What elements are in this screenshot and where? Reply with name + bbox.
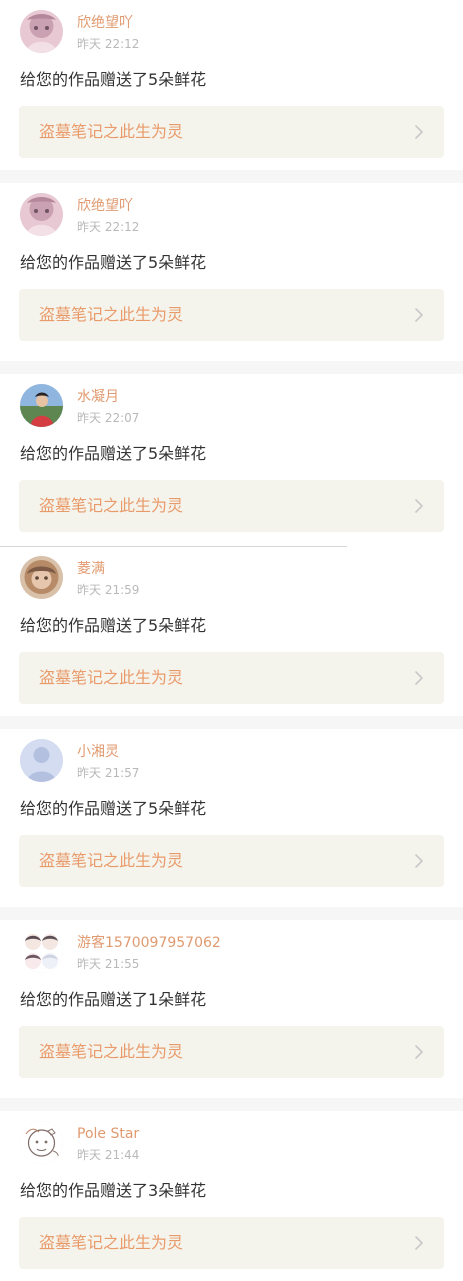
gift-notification-feed: 欣绝望吖 昨天 22:12 给您的作品赠送了5朵鲜花 盗墓笔记之此生为灵 欣绝望… bbox=[0, 0, 463, 1281]
work-title: 盗墓笔记之此生为灵 bbox=[39, 1042, 184, 1061]
work-link[interactable]: 盗墓笔记之此生为灵 bbox=[19, 289, 444, 341]
chevron-right-icon bbox=[412, 498, 426, 514]
gift-message: 给您的作品赠送了5朵鲜花 bbox=[20, 444, 207, 463]
gift-notification-card: 菱满 昨天 21:59 给您的作品赠送了5朵鲜花 盗墓笔记之此生为灵 bbox=[0, 546, 463, 716]
timestamp: 昨天 22:12 bbox=[77, 37, 140, 51]
avatar[interactable] bbox=[20, 556, 63, 599]
feed-divider bbox=[0, 1098, 463, 1111]
work-link[interactable]: 盗墓笔记之此生为灵 bbox=[19, 106, 444, 158]
avatar[interactable] bbox=[20, 739, 63, 782]
pink-hair-avatar-icon bbox=[20, 193, 63, 236]
gift-notification-card: 欣绝望吖 昨天 22:12 给您的作品赠送了5朵鲜花 盗墓笔记之此生为灵 bbox=[0, 183, 463, 361]
username[interactable]: 小湘灵 bbox=[77, 743, 119, 761]
gift-message: 给您的作品赠送了5朵鲜花 bbox=[20, 70, 207, 89]
sketch-avatar-icon bbox=[20, 1121, 63, 1164]
gift-notification-card: 水凝月 昨天 22:07 给您的作品赠送了5朵鲜花 盗墓笔记之此生为灵 bbox=[0, 374, 463, 546]
username[interactable]: Pole Star bbox=[77, 1125, 139, 1143]
gift-message: 给您的作品赠送了5朵鲜花 bbox=[20, 616, 207, 635]
work-link[interactable]: 盗墓笔记之此生为灵 bbox=[19, 1217, 444, 1269]
timestamp: 昨天 21:59 bbox=[77, 583, 140, 597]
work-link[interactable]: 盗墓笔记之此生为灵 bbox=[19, 480, 444, 532]
chevron-right-icon bbox=[412, 853, 426, 869]
username[interactable]: 欣绝望吖 bbox=[77, 197, 133, 215]
feed-divider bbox=[0, 170, 463, 183]
timestamp: 昨天 21:55 bbox=[77, 957, 140, 971]
work-link[interactable]: 盗墓笔记之此生为灵 bbox=[19, 835, 444, 887]
avatar[interactable] bbox=[20, 930, 63, 973]
work-title: 盗墓笔记之此生为灵 bbox=[39, 1233, 184, 1252]
timestamp: 昨天 21:44 bbox=[77, 1148, 140, 1162]
default-person-avatar-icon bbox=[20, 739, 63, 782]
feed-divider bbox=[0, 907, 463, 920]
chevron-right-icon bbox=[412, 307, 426, 323]
gift-notification-card: 欣绝望吖 昨天 22:12 给您的作品赠送了5朵鲜花 盗墓笔记之此生为灵 bbox=[0, 0, 463, 170]
avatar[interactable] bbox=[20, 193, 63, 236]
gift-message: 给您的作品赠送了1朵鲜花 bbox=[20, 990, 207, 1009]
work-title: 盗墓笔记之此生为灵 bbox=[39, 122, 184, 141]
chevron-right-icon bbox=[412, 124, 426, 140]
avatar[interactable] bbox=[20, 10, 63, 53]
timestamp: 昨天 22:07 bbox=[77, 411, 140, 425]
avatar[interactable] bbox=[20, 384, 63, 427]
username[interactable]: 水凝月 bbox=[77, 388, 119, 406]
curly-hair-avatar-icon bbox=[20, 556, 63, 599]
pink-hair-avatar-icon bbox=[20, 10, 63, 53]
gift-notification-card: Pole Star 昨天 21:44 给您的作品赠送了3朵鲜花 盗墓笔记之此生为… bbox=[0, 1111, 463, 1281]
work-link[interactable]: 盗墓笔记之此生为灵 bbox=[19, 652, 444, 704]
chevron-right-icon bbox=[412, 1044, 426, 1060]
outdoor-person-avatar-icon bbox=[20, 384, 63, 427]
work-link[interactable]: 盗墓笔记之此生为灵 bbox=[19, 1026, 444, 1078]
gift-notification-card: 游客1570097957062 昨天 21:55 给您的作品赠送了1朵鲜花 盗墓… bbox=[0, 920, 463, 1098]
chevron-right-icon bbox=[412, 670, 426, 686]
cartoon-group-avatar-icon bbox=[20, 930, 63, 973]
username[interactable]: 游客1570097957062 bbox=[77, 934, 221, 952]
timestamp: 昨天 22:12 bbox=[77, 220, 140, 234]
timestamp: 昨天 21:57 bbox=[77, 766, 140, 780]
chevron-right-icon bbox=[412, 1235, 426, 1251]
gift-notification-card: 小湘灵 昨天 21:57 给您的作品赠送了5朵鲜花 盗墓笔记之此生为灵 bbox=[0, 729, 463, 907]
work-title: 盗墓笔记之此生为灵 bbox=[39, 851, 184, 870]
work-title: 盗墓笔记之此生为灵 bbox=[39, 496, 184, 515]
avatar[interactable] bbox=[20, 1121, 63, 1164]
work-title: 盗墓笔记之此生为灵 bbox=[39, 305, 184, 324]
username[interactable]: 菱满 bbox=[77, 560, 105, 578]
gift-message: 给您的作品赠送了3朵鲜花 bbox=[20, 1181, 207, 1200]
username[interactable]: 欣绝望吖 bbox=[77, 14, 133, 32]
work-title: 盗墓笔记之此生为灵 bbox=[39, 668, 184, 687]
gift-message: 给您的作品赠送了5朵鲜花 bbox=[20, 253, 207, 272]
feed-divider bbox=[0, 716, 463, 729]
feed-divider bbox=[0, 361, 463, 374]
partial-divider-line bbox=[0, 546, 347, 547]
gift-message: 给您的作品赠送了5朵鲜花 bbox=[20, 799, 207, 818]
